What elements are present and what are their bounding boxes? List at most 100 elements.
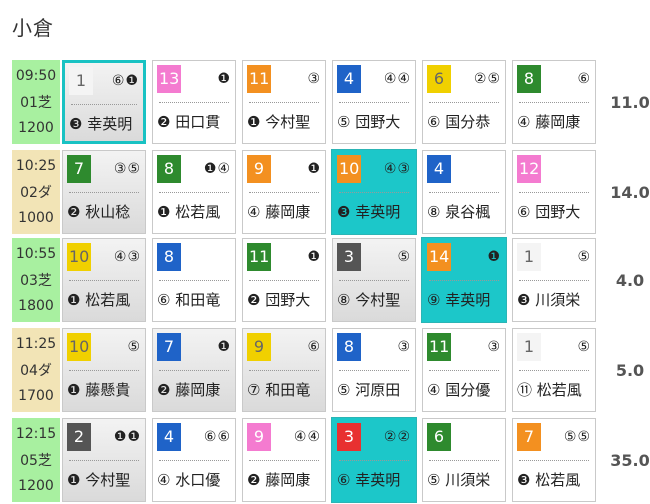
- horse-cell[interactable]: 4 ⑥⑥ ④ 水口優: [152, 418, 236, 502]
- race-info[interactable]: 11:25 04ダ 1700: [12, 328, 60, 412]
- race-time: 09:50: [15, 68, 57, 84]
- horse-cell[interactable]: 10 ⑤ ❶ 藤懸貴: [62, 328, 146, 412]
- cell-header: 11 ❶: [247, 243, 321, 271]
- cell-divider: [429, 280, 499, 281]
- jockey-name: ⑥ 国分恭: [427, 113, 491, 131]
- cell-header: 13 ❶: [157, 65, 231, 93]
- race-info[interactable]: 10:25 02ダ 1000: [12, 150, 60, 234]
- cell-divider: [71, 104, 137, 105]
- race-info[interactable]: 12:15 05芝 1200: [12, 418, 60, 502]
- race-odds: 5.0: [615, 360, 645, 380]
- jockey-name: ⑦ 和田竜: [247, 381, 311, 399]
- jockey-name: ❸ 川須栄: [517, 291, 581, 309]
- horse-cell[interactable]: 1 ⑥❶ ❸ 幸英明: [62, 60, 146, 144]
- jockey-name: ❶ 藤懸貴: [67, 381, 131, 399]
- jockey-name: ④ 水口優: [157, 471, 221, 489]
- prediction-marks: ③: [397, 339, 411, 355]
- horse-cell[interactable]: 2 ❶❶ ❶ 今村聖: [62, 418, 146, 502]
- cell-divider: [249, 102, 319, 103]
- horse-cell[interactable]: 3 ②② ⑥ 幸英明: [332, 418, 416, 502]
- prediction-marks: ❶: [307, 161, 321, 177]
- jockey-name: ❷ 秋山稔: [67, 203, 131, 221]
- horse-cell[interactable]: 4 ⑧ 泉谷楓: [422, 150, 506, 234]
- cell-header: 6 ②⑤: [427, 65, 501, 93]
- prediction-marks: ③: [307, 71, 321, 87]
- horse-cell[interactable]: 9❶④ 藤岡康: [242, 150, 326, 234]
- prediction-marks: ③: [487, 339, 501, 355]
- horse-cell[interactable]: 8⑥④ 藤岡康: [512, 60, 596, 144]
- horse-cell[interactable]: 8③⑤ 河原田: [332, 328, 416, 412]
- race-row: 12:15 05芝 1200 2 ❶❶ ❶ 今村聖 4 ⑥⑥ ④ 水口優 9 ④④ ❷ 藤岡康 3 ②② ⑥…: [12, 418, 650, 502]
- jockey-name: ⑤ 団野大: [337, 113, 401, 131]
- horse-number-badge: 11: [427, 333, 452, 361]
- horse-number-badge: 6: [427, 65, 451, 93]
- cell-header: 9 ④④: [247, 423, 321, 451]
- prediction-marks: ❶❶: [113, 429, 141, 445]
- race-odds: 11.0: [610, 92, 650, 112]
- horse-cell[interactable]: 11 ❶ ❷ 団野大: [242, 238, 326, 322]
- horse-number-badge: 4: [337, 65, 361, 93]
- prediction-marks: ⑤: [397, 249, 411, 265]
- jockey-name: ⑥ 和田竜: [157, 291, 221, 309]
- horse-number-badge: 9: [247, 333, 271, 361]
- horse-number-badge: 7: [67, 155, 91, 183]
- jockey-name: ⑥ 団野大: [517, 203, 581, 221]
- horse-cell[interactable]: 6 ②⑤ ⑥ 国分恭: [422, 60, 506, 144]
- cell-divider: [69, 370, 139, 371]
- jockey-name: ⑪ 松若風: [517, 381, 582, 399]
- race-course: 02ダ: [20, 185, 52, 201]
- cell-header: 3⑤: [337, 243, 411, 271]
- horse-cell[interactable]: 11 ③ ④ 国分優: [422, 328, 506, 412]
- horse-cell[interactable]: 9 ④④ ❷ 藤岡康: [242, 418, 326, 502]
- horse-cell[interactable]: 8 ❶④ ❶ 松若風: [152, 150, 236, 234]
- jockey-name: ❸ 松若風: [517, 471, 581, 489]
- horse-cell[interactable]: 6 ⑤ 川須栄: [422, 418, 506, 502]
- cell-header: 14 ❶: [427, 243, 501, 271]
- cell-header: 7 ③⑤: [67, 155, 141, 183]
- horse-number-badge: 10: [67, 243, 92, 271]
- horse-cell[interactable]: 8 ⑥ 和田竜: [152, 238, 236, 322]
- horse-cell[interactable]: 13 ❶ ❷ 田口貫: [152, 60, 236, 144]
- horse-number-badge: 8: [517, 65, 541, 93]
- horse-number-badge: 11: [247, 65, 272, 93]
- race-course: 03芝: [20, 273, 52, 289]
- horse-number-badge: 11: [247, 243, 272, 271]
- prediction-marks: ⑤: [577, 249, 591, 265]
- horse-cell[interactable]: 7❶❷ 藤岡康: [152, 328, 236, 412]
- horse-cell[interactable]: 11 ③ ❶ 今村聖: [242, 60, 326, 144]
- horse-cell[interactable]: 1⑤⑪ 松若風: [512, 328, 596, 412]
- horse-number-badge: 13: [157, 65, 182, 93]
- cell-header: 9❶: [247, 155, 321, 183]
- jockey-name: ❷ 田口貫: [157, 113, 221, 131]
- horse-cell[interactable]: 4 ④④ ⑤ 団野大: [332, 60, 416, 144]
- horse-number-badge: 14: [427, 243, 452, 271]
- horse-cell[interactable]: 9⑥⑦ 和田竜: [242, 328, 326, 412]
- prediction-marks: ⑤: [127, 339, 141, 355]
- jockey-name: ❷ 藤岡康: [247, 471, 311, 489]
- horse-cell[interactable]: 10 ④③ ❸ 幸英明: [332, 150, 416, 234]
- race-time: 11:25: [15, 336, 57, 352]
- race-time: 10:25: [15, 158, 57, 174]
- jockey-name: ⑨ 幸英明: [427, 291, 491, 309]
- horse-cell[interactable]: 12 ⑥ 団野大: [512, 150, 596, 234]
- cell-header: 1⑤: [517, 243, 591, 271]
- cell-divider: [339, 192, 409, 193]
- jockey-name: ④ 国分優: [427, 381, 491, 399]
- horse-number-badge: 12: [517, 155, 542, 183]
- horse-cell[interactable]: 14 ❶ ⑨ 幸英明: [422, 238, 506, 322]
- horse-cell[interactable]: 10 ④③ ❶ 松若風: [62, 238, 146, 322]
- horse-number-badge: 1: [517, 333, 541, 361]
- horse-cell[interactable]: 1⑤ ❸ 川須栄: [512, 238, 596, 322]
- race-info[interactable]: 10:55 03芝 1800: [12, 238, 60, 322]
- horse-number-badge: 9: [247, 155, 271, 183]
- horse-number-badge: 10: [337, 155, 362, 183]
- race-info[interactable]: 09:50 01芝 1200: [12, 60, 60, 144]
- prediction-marks: ❶: [217, 339, 231, 355]
- race-distance: 1800: [18, 298, 54, 314]
- horse-cell[interactable]: 7 ⑤⑤ ❸ 松若風: [512, 418, 596, 502]
- race-distance: 1000: [18, 210, 54, 226]
- horse-number-badge: 4: [157, 423, 181, 451]
- horse-cell[interactable]: 7 ③⑤ ❷ 秋山稔: [62, 150, 146, 234]
- horse-cell[interactable]: 3⑤⑧ 今村聖: [332, 238, 416, 322]
- cell-divider: [69, 280, 139, 281]
